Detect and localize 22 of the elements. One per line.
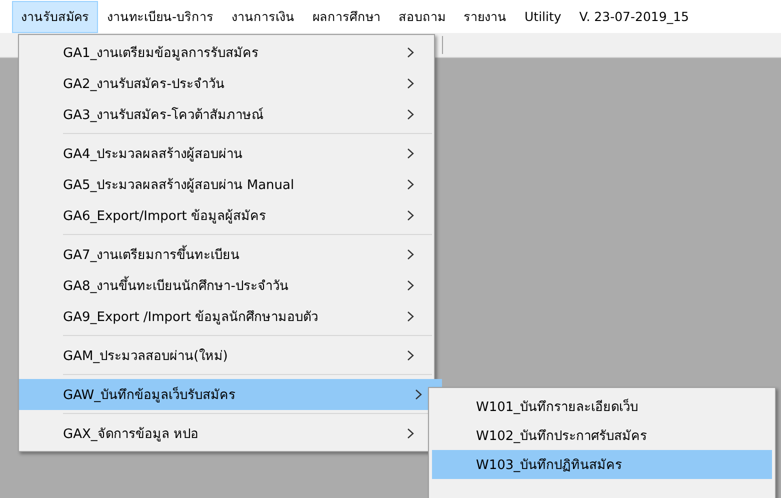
menu-item[interactable]: GAM_ประมวลสอบผ่าน(ใหม่): [19, 340, 434, 371]
menu-bar-item[interactable]: รายงาน: [454, 0, 516, 32]
menu-bar-item[interactable]: สอบถาม: [390, 0, 455, 32]
menu-bar-item[interactable]: งานรับสมัคร: [12, 0, 98, 32]
menu-item[interactable]: GA1_งานเตรียมข้อมูลการรับสมัคร: [19, 37, 434, 68]
menu-bar-item[interactable]: Utility: [516, 3, 570, 30]
submenu-item[interactable]: W103_บันทึกปฏิทินสมัคร: [432, 450, 772, 479]
menu-item[interactable]: GA4_ประมวลผลสร้างผู้สอบผ่าน: [19, 138, 434, 169]
menu-bar-item[interactable]: ผลการศึกษา: [304, 0, 390, 32]
menu-item[interactable]: GA2_งานรับสมัคร-ประจำวัน: [19, 68, 434, 99]
menu-item[interactable]: GA8_งานขึ้นทะเบียนนักศึกษา-ประจำวัน: [19, 270, 434, 301]
menu-bar-item[interactable]: งานทะเบียน-บริการ: [98, 0, 223, 32]
menu-bar-item[interactable]: งานการเงิน: [222, 0, 304, 32]
submenu-item[interactable]: W102_บันทึกประกาศรับสมัคร: [432, 421, 772, 450]
menu-item[interactable]: GAW_บันทึกข้อมูลเว็บรับสมัคร: [19, 379, 442, 410]
menu-bar-item[interactable]: V. 23-07-2019_15: [570, 3, 698, 30]
menu-item[interactable]: GA5_ประมวลผลสร้างผู้สอบผ่าน Manual: [19, 169, 434, 200]
menu-item[interactable]: GAX_จัดการข้อมูล หปอ: [19, 418, 434, 449]
menu-item[interactable]: GA3_งานรับสมัคร-โควต้าสัมภาษณ์: [19, 99, 434, 130]
menu-item[interactable]: GA9_Export /Import ข้อมูลนักศึกษามอบตัว: [19, 301, 434, 332]
menu-item[interactable]: GA7_งานเตรียมการขึ้นทะเบียน: [19, 239, 434, 270]
menu-item[interactable]: GA6_Export/Import ข้อมูลผู้สมัคร: [19, 200, 434, 231]
